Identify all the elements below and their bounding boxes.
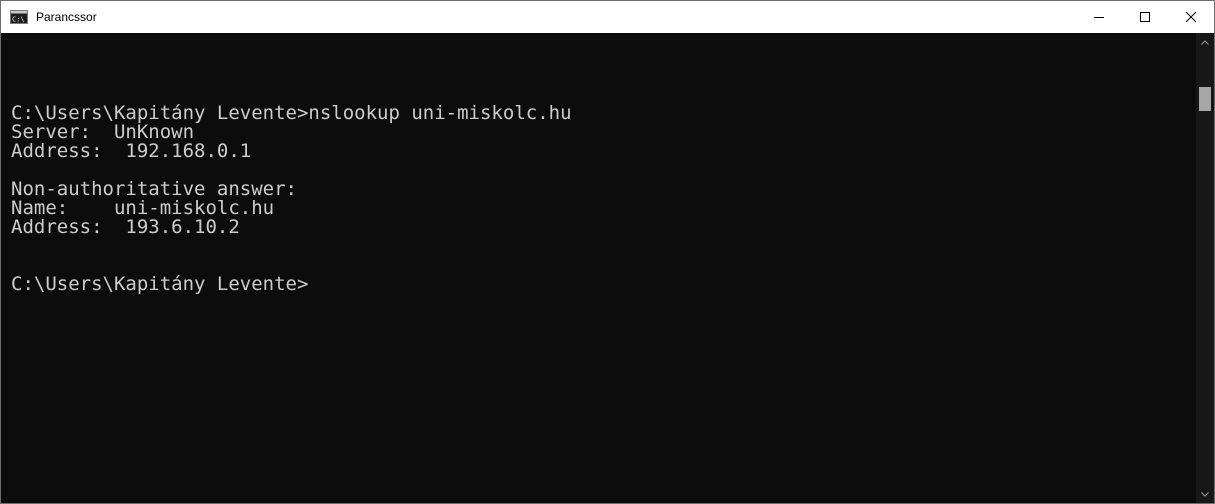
console-line: C:\Users\Kapitány Levente> <box>11 273 309 295</box>
window-controls <box>1076 1 1214 33</box>
close-button[interactable] <box>1168 1 1214 33</box>
scroll-up-button[interactable] <box>1196 33 1214 51</box>
cmd-icon: C:\ <box>10 10 28 24</box>
vertical-scrollbar[interactable] <box>1196 33 1214 503</box>
close-icon <box>1186 12 1196 22</box>
maximize-button[interactable] <box>1122 1 1168 33</box>
window-title: Parancssor <box>36 10 97 24</box>
console-window: C:\ Parancssor C:\Users\Kapitány Levente… <box>0 0 1215 504</box>
console-line: Address: 192.168.0.1 <box>11 140 252 162</box>
chevron-down-icon <box>1201 491 1209 497</box>
maximize-icon <box>1140 12 1150 22</box>
title-bar[interactable]: C:\ Parancssor <box>1 1 1214 33</box>
scrollbar-thumb[interactable] <box>1199 87 1211 111</box>
console-line: Address: 193.6.10.2 <box>11 216 240 238</box>
minimize-icon <box>1094 17 1104 18</box>
console-output[interactable]: C:\Users\Kapitány Levente>nslookup uni-m… <box>1 33 1196 503</box>
chevron-up-icon <box>1201 39 1209 45</box>
minimize-button[interactable] <box>1076 1 1122 33</box>
svg-text:C:\: C:\ <box>12 16 25 24</box>
scroll-down-button[interactable] <box>1196 485 1214 503</box>
